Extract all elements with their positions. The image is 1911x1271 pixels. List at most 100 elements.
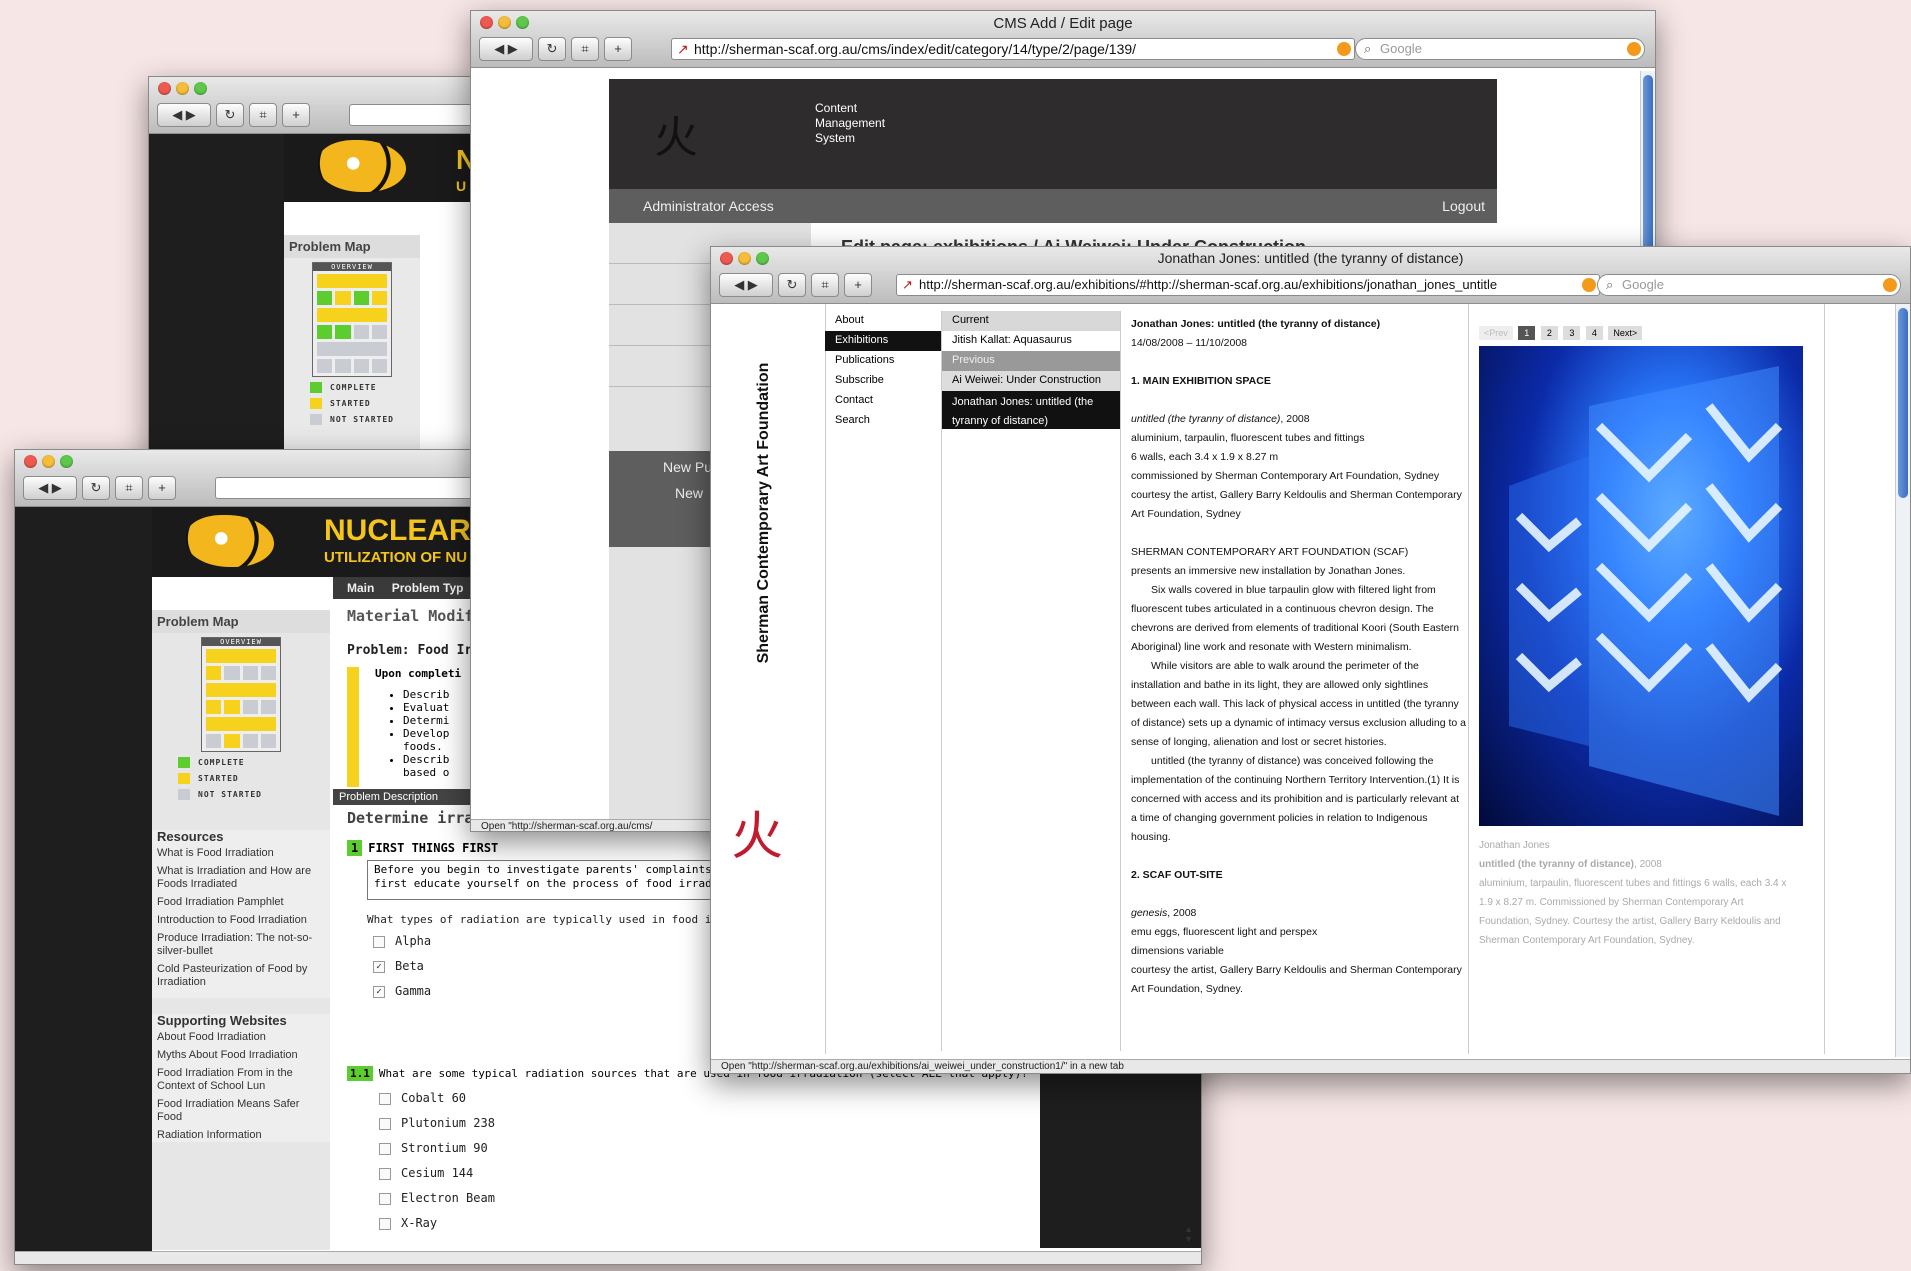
bookmark-button[interactable]: ⌗ (115, 476, 143, 500)
back-forward-buttons[interactable]: ◀ ▶ (157, 103, 211, 127)
new-tab-button[interactable]: + (604, 37, 632, 61)
admin-label: Administrator Access (643, 198, 774, 214)
close-light-icon[interactable] (158, 82, 171, 95)
installation-photo[interactable] (1479, 346, 1803, 826)
nav-about[interactable]: About (825, 311, 941, 331)
nav-contact[interactable]: Contact (825, 391, 941, 411)
close-light-icon[interactable] (480, 16, 493, 29)
q2-option[interactable]: Electron Beam (379, 1191, 495, 1205)
checkbox[interactable] (379, 1117, 391, 1130)
q2-option[interactable]: Cesium 144 (379, 1166, 473, 1180)
checkbox[interactable]: ✓ (373, 985, 385, 998)
bookmark-button[interactable]: ⌗ (249, 103, 277, 127)
url-field[interactable]: ↗ http://sherman-scaf.org.au/exhibitions… (896, 274, 1600, 296)
brand-name: Sherman Contemporary Art Foundation (755, 362, 772, 664)
legend-started: STARTED (178, 773, 330, 784)
step-number-badge: 1 (347, 840, 363, 856)
image-pager: <Prev 1 2 3 4 Next> (1479, 326, 1643, 340)
support-link[interactable]: About Food Irradiation (157, 1031, 325, 1044)
nav-publications[interactable]: Publications (825, 351, 941, 371)
overview-grid[interactable]: OVERVIEW (201, 637, 281, 752)
q2-option[interactable]: X-Ray (379, 1216, 437, 1230)
new-tab-button[interactable]: + (282, 103, 310, 127)
rss-icon[interactable] (1337, 42, 1351, 56)
resource-link[interactable]: Cold Pasteurization of Food by Irradiati… (157, 963, 325, 989)
bookmark-button[interactable]: ⌗ (571, 37, 599, 61)
back-forward-buttons[interactable]: ◀ ▶ (23, 476, 77, 500)
back-forward-buttons[interactable]: ◀ ▶ (479, 37, 533, 61)
pager-page[interactable]: 3 (1563, 326, 1581, 340)
q2-option[interactable]: Strontium 90 (379, 1141, 488, 1155)
support-link[interactable]: Food Irradiation Means Safer Food (157, 1098, 325, 1124)
q1-option[interactable]: ✓ Gamma (373, 984, 431, 998)
q1-option[interactable]: Alpha (373, 934, 431, 948)
close-light-icon[interactable] (24, 455, 37, 468)
search-go-icon[interactable] (1627, 42, 1641, 56)
resource-link[interactable]: What is Irradiation and How are Foods Ir… (157, 865, 325, 891)
reload-button[interactable]: ↻ (538, 37, 566, 61)
zoom-light-icon[interactable] (194, 82, 207, 95)
scroll-arrows[interactable]: ▲ ▼ (1184, 1224, 1193, 1244)
support-link[interactable]: Myths About Food Irradiation (157, 1049, 325, 1062)
checkbox[interactable]: ✓ (373, 960, 385, 973)
resource-link[interactable]: Produce Irradiation: The not-so-silver-b… (157, 932, 325, 958)
resource-link[interactable]: Food Irradiation Pamphlet (157, 896, 325, 909)
scrollbar[interactable] (1895, 304, 1910, 1057)
checkbox[interactable] (379, 1092, 391, 1105)
resource-link[interactable]: Introduction to Food Irradiation (157, 914, 325, 927)
url-field[interactable]: ↗ http://sherman-scaf.org.au/cms/index/e… (671, 38, 1355, 60)
minimize-light-icon[interactable] (42, 455, 55, 468)
new-tab-button[interactable]: + (148, 476, 176, 500)
nav-search[interactable]: Search (825, 411, 941, 431)
minimize-light-icon[interactable] (498, 16, 511, 29)
nav-exhibitions[interactable]: Exhibitions (825, 331, 941, 351)
zoom-light-icon[interactable] (516, 16, 529, 29)
back-forward-buttons[interactable]: ◀ ▶ (719, 273, 773, 297)
pager-page[interactable]: 2 (1540, 326, 1558, 340)
url-field[interactable] (349, 104, 489, 126)
q2-option[interactable]: Cobalt 60 (379, 1091, 466, 1105)
pager-page[interactable]: 4 (1585, 326, 1603, 340)
logout-link[interactable]: Logout (1442, 189, 1485, 223)
tab-main[interactable]: Main (347, 581, 374, 595)
pager-prev[interactable]: <Prev (1479, 326, 1513, 340)
previous-header: Previous (942, 351, 1120, 371)
zoom-light-icon[interactable] (60, 455, 73, 468)
new-tab-button[interactable]: + (844, 273, 872, 297)
image-column: <Prev 1 2 3 4 Next> Jonathan Jones untit… (1468, 304, 1825, 1054)
rss-icon[interactable] (1582, 278, 1596, 292)
search-field[interactable]: ⌕ Google (1597, 274, 1901, 296)
checkbox[interactable] (379, 1217, 391, 1230)
problem-description-label[interactable]: Problem Description (333, 789, 479, 805)
checkbox[interactable] (379, 1192, 391, 1205)
exhibition-link[interactable]: Jitish Kallat: Aquasaurus (942, 331, 1120, 351)
reload-button[interactable]: ↻ (778, 273, 806, 297)
exhibition-link-active[interactable]: Jonathan Jones: untitled (the tyranny of… (942, 391, 1120, 429)
tab-problem-type[interactable]: Problem Typ (392, 581, 464, 595)
resource-link[interactable]: What is Food Irradiation (157, 847, 325, 860)
search-field[interactable]: ⌕ Google (1355, 38, 1645, 60)
nav-subscribe[interactable]: Subscribe (825, 371, 941, 391)
exhibition-link[interactable]: Ai Weiwei: Under Construction (942, 371, 1120, 391)
support-link[interactable]: Food Irradiation From in the Context of … (157, 1067, 325, 1093)
pager-page[interactable]: 1 (1518, 326, 1536, 340)
q2-option[interactable]: Plutonium 238 (379, 1116, 495, 1130)
checkbox[interactable] (379, 1142, 391, 1155)
bookmark-button[interactable]: ⌗ (811, 273, 839, 297)
scroll-thumb[interactable] (1898, 308, 1908, 498)
minimize-light-icon[interactable] (176, 82, 189, 95)
pager-next[interactable]: Next> (1608, 326, 1643, 340)
reload-button[interactable]: ↻ (82, 476, 110, 500)
checkbox[interactable] (373, 935, 385, 948)
overview-grid[interactable]: OVERVIEW (312, 262, 392, 377)
search-go-icon[interactable] (1883, 278, 1897, 292)
question-1: What types of radiation are typically us… (367, 913, 732, 926)
checkbox[interactable] (379, 1167, 391, 1180)
zoom-light-icon[interactable] (756, 252, 769, 265)
scroll-thumb[interactable] (1643, 75, 1653, 265)
reload-button[interactable]: ↻ (216, 103, 244, 127)
q1-option[interactable]: ✓ Beta (373, 959, 424, 973)
minimize-light-icon[interactable] (738, 252, 751, 265)
close-light-icon[interactable] (720, 252, 733, 265)
support-link[interactable]: Radiation Information (157, 1129, 325, 1142)
